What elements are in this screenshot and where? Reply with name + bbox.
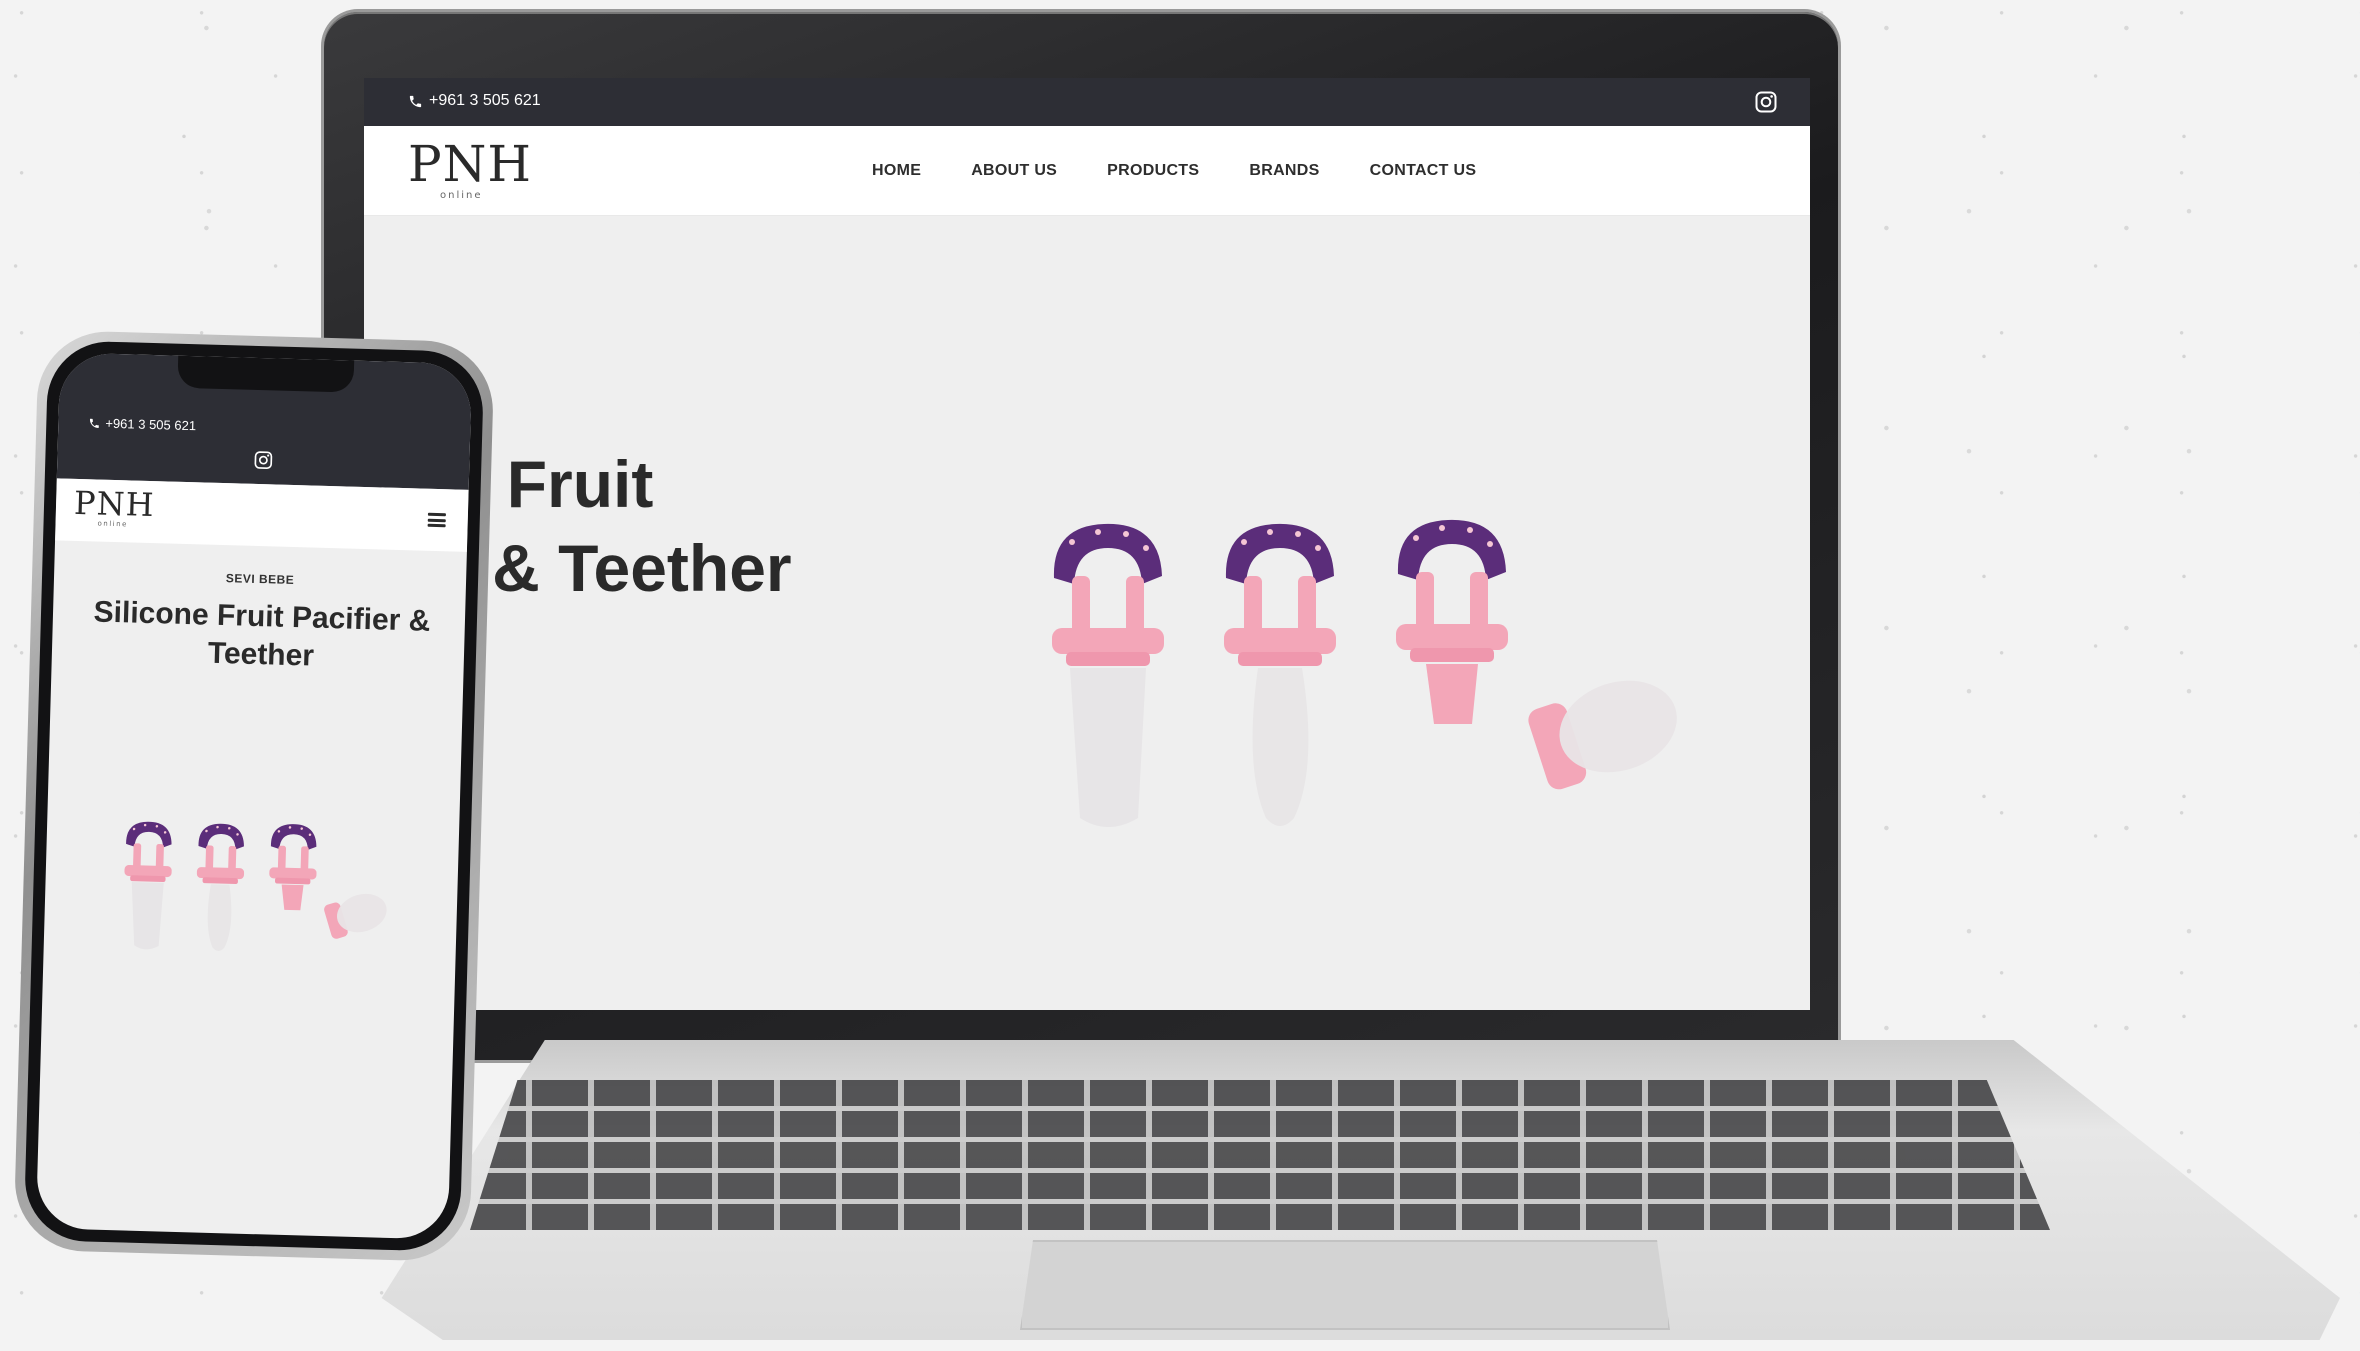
- product-image-feeders: [1052, 519, 1677, 827]
- mobile-phone-number: +961 3 505 621: [105, 415, 197, 434]
- laptop-trackpad: [1020, 1240, 1670, 1330]
- logo-subtext: online: [440, 190, 483, 201]
- desktop-site: +961 3 505 621 PNH online HOME ABOUT US …: [364, 78, 1810, 1010]
- phone-bezel: +961 3 505 621 PNH online SEVI BEBE Sili…: [23, 340, 485, 1252]
- nav-products[interactable]: PRODUCTS: [1107, 162, 1199, 180]
- mobile-site: +961 3 505 621 PNH online SEVI BEBE Sili…: [35, 352, 473, 1240]
- desktop-phone-number: +961 3 505 621: [429, 92, 541, 109]
- pnh-logo[interactable]: PNH online: [408, 135, 532, 201]
- product-image-feeders: [124, 821, 387, 951]
- hamburger-menu-icon[interactable]: [427, 512, 446, 528]
- product-title: Silicone Fruit Pacifier & Teether: [93, 595, 431, 673]
- main-nav: HOME ABOUT US PRODUCTS BRANDS CONTACT US: [872, 162, 1476, 180]
- phone-notch: [177, 355, 355, 393]
- nav-home[interactable]: HOME: [872, 162, 921, 180]
- desktop-topbar: +961 3 505 621: [364, 78, 1810, 126]
- product-brand: SEVI BEBE: [225, 571, 295, 588]
- desktop-phone-link[interactable]: +961 3 505 621: [408, 92, 541, 110]
- mobile-device: +961 3 505 621 PNH online SEVI BEBE Sili…: [13, 329, 495, 1263]
- pnh-logo[interactable]: PNH online: [73, 483, 156, 529]
- mobile-phone-link[interactable]: +961 3 505 621: [88, 415, 196, 433]
- logo-mark: PNH: [408, 135, 532, 193]
- instagram-icon[interactable]: [253, 450, 274, 471]
- hero-title: icone Fruit cifier & Teether: [364, 442, 980, 610]
- logo-subtext: online: [97, 519, 129, 529]
- instagram-icon[interactable]: [1754, 90, 1778, 114]
- hero-title-line-2: cifier & Teether: [364, 531, 792, 605]
- laptop-keyboard: [470, 1080, 2050, 1230]
- desktop-header: PNH online HOME ABOUT US PRODUCTS BRANDS…: [364, 126, 1810, 216]
- nav-about-us[interactable]: ABOUT US: [971, 162, 1057, 180]
- phone-icon: [409, 95, 422, 107]
- logo-mark: PNH: [73, 483, 156, 525]
- mobile-header: PNH online: [55, 478, 469, 552]
- hero-title-line-1: icone Fruit: [364, 447, 654, 521]
- nav-contact-us[interactable]: CONTACT US: [1370, 162, 1477, 180]
- nav-brands[interactable]: BRANDS: [1249, 162, 1319, 180]
- phone-icon: [89, 418, 99, 428]
